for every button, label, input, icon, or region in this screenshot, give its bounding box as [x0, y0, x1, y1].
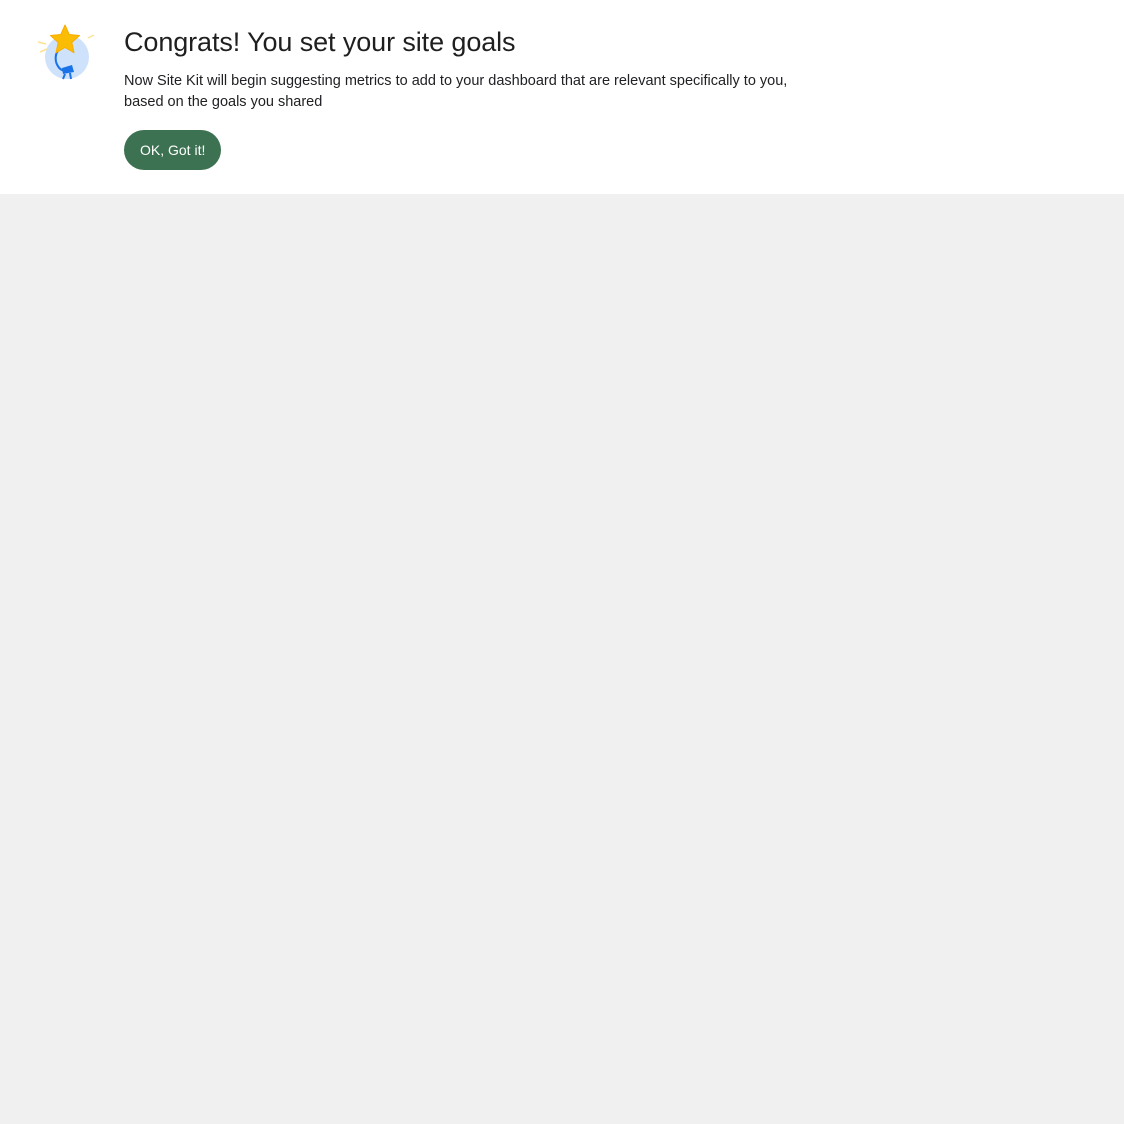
- ok-got-it-button[interactable]: OK, Got it!: [124, 130, 222, 170]
- banner-content: Congrats! You set your site goals Now Si…: [124, 24, 844, 113]
- star-celebration-icon: [34, 22, 96, 84]
- goals-success-banner: Congrats! You set your site goals Now Si…: [0, 0, 1124, 194]
- dashboard-background: [0, 194, 1124, 1124]
- banner-title: Congrats! You set your site goals: [124, 27, 516, 57]
- banner-description: Now Site Kit will begin suggesting metri…: [124, 73, 788, 110]
